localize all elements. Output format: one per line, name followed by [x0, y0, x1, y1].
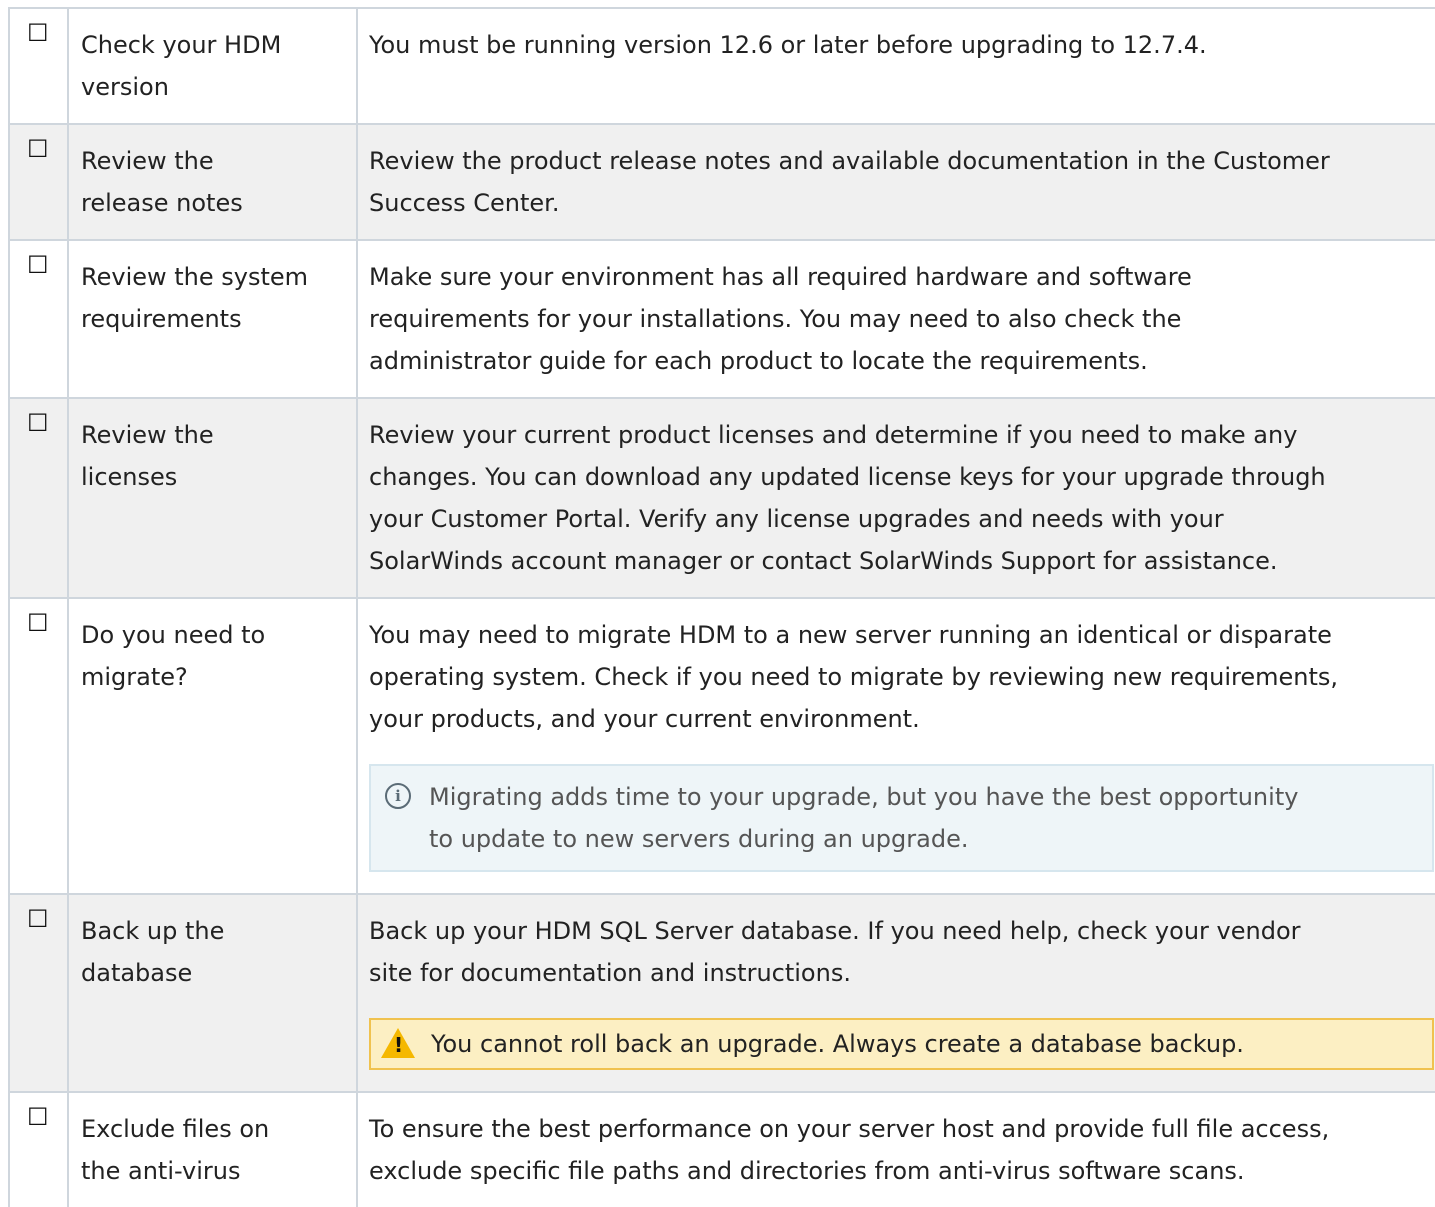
step-label-line: licenses	[81, 463, 178, 491]
step-description: You may need to migrate HDM to a new ser…	[357, 597, 1435, 895]
description-line: your Customer Portal. Verify any license…	[369, 505, 1224, 533]
description-line: your products, and your current environm…	[369, 705, 920, 733]
checkbox-icon[interactable]: ☐	[27, 137, 49, 161]
step-label-line: requirements	[81, 305, 242, 333]
description-line: Review the product release notes and ava…	[369, 147, 1330, 175]
step-description: You must be running version 12.6 or late…	[357, 7, 1435, 125]
step-description: Review your current product licenses and…	[357, 397, 1435, 599]
step-label: Back up the database	[68, 893, 358, 1093]
checklist-row-migrate: ☐ Do you need to migrate? You may need t…	[8, 597, 1435, 895]
step-description: Review the product release notes and ava…	[357, 123, 1435, 241]
warning-exclamation-icon: !	[394, 1033, 404, 1057]
step-description: Back up your HDM SQL Server database. If…	[357, 893, 1435, 1093]
step-label: Review the system requirements	[68, 239, 358, 399]
step-label-line: Do you need to	[81, 621, 266, 649]
step-label-line: Review the system	[81, 263, 309, 291]
step-label: Do you need to migrate?	[68, 597, 358, 895]
description-line: You must be running version 12.6 or late…	[369, 31, 1207, 59]
description-line: operating system. Check if you need to m…	[369, 663, 1338, 691]
step-label-line: migrate?	[81, 663, 188, 691]
step-label: Exclude files on the anti-virus	[68, 1091, 358, 1207]
checkbox-cell[interactable]: ☐	[8, 7, 69, 125]
step-label: Check your HDM version	[68, 7, 358, 125]
description-line: You may need to migrate HDM to a new ser…	[369, 621, 1332, 649]
checkbox-icon[interactable]: ☐	[27, 253, 49, 277]
checkbox-icon[interactable]: ☐	[27, 1105, 49, 1129]
note-line: Migrating adds time to your upgrade, but…	[429, 783, 1299, 811]
checkbox-cell[interactable]: ☐	[8, 1091, 69, 1207]
upgrade-checklist-table: ☐ Check your HDM version You must be run…	[8, 7, 1435, 1207]
checkbox-cell[interactable]: ☐	[8, 123, 69, 241]
step-label-line: Review the	[81, 147, 214, 175]
step-label-line: version	[81, 73, 169, 101]
step-label-line: Exclude files on	[81, 1115, 270, 1143]
step-description: To ensure the best performance on your s…	[357, 1091, 1435, 1207]
description-line: Make sure your environment has all requi…	[369, 263, 1192, 291]
checkbox-cell[interactable]: ☐	[8, 893, 69, 1093]
description-line: Back up your HDM SQL Server database. If…	[369, 917, 1301, 945]
checklist-row-hdm-version: ☐ Check your HDM version You must be run…	[8, 7, 1435, 125]
description-line: Review your current product licenses and…	[369, 421, 1298, 449]
description-line: site for documentation and instructions.	[369, 959, 851, 987]
description-line: To ensure the best performance on your s…	[369, 1115, 1330, 1143]
info-note: i Migrating adds time to your upgrade, b…	[369, 764, 1434, 872]
description-line: SolarWinds account manager or contact So…	[369, 547, 1278, 575]
step-label-line: Review the	[81, 421, 214, 449]
checkbox-icon[interactable]: ☐	[27, 907, 49, 931]
description-line: Success Center.	[369, 189, 560, 217]
checkbox-cell[interactable]: ☐	[8, 397, 69, 599]
checkbox-cell[interactable]: ☐	[8, 239, 69, 399]
step-label: Review the licenses	[68, 397, 358, 599]
checklist-row-exclude-antivirus: ☐ Exclude files on the anti-virus To ens…	[8, 1091, 1435, 1207]
checklist-row-system-requirements: ☐ Review the system requirements Make su…	[8, 239, 1435, 399]
step-label: Review the release notes	[68, 123, 358, 241]
checkbox-icon[interactable]: ☐	[27, 21, 49, 45]
checklist-row-release-notes: ☐ Review the release notes Review the pr…	[8, 123, 1435, 241]
warning-note: ! You cannot roll back an upgrade. Alway…	[369, 1018, 1434, 1070]
checkbox-icon[interactable]: ☐	[27, 411, 49, 435]
info-icon: i	[385, 783, 411, 809]
step-label-line: the anti-virus	[81, 1157, 241, 1185]
step-label-line: release notes	[81, 189, 243, 217]
step-description: Make sure your environment has all requi…	[357, 239, 1435, 399]
checklist-row-backup-database: ☐ Back up the database Back up your HDM …	[8, 893, 1435, 1093]
step-label-line: Back up the	[81, 917, 225, 945]
checklist-row-licenses: ☐ Review the licenses Review your curren…	[8, 397, 1435, 599]
description-line: administrator guide for each product to …	[369, 347, 1148, 375]
description-line: exclude specific file paths and director…	[369, 1157, 1245, 1185]
checkbox-icon[interactable]: ☐	[27, 611, 49, 635]
description-line: requirements for your installations. You…	[369, 305, 1182, 333]
step-label-line: Check your HDM	[81, 31, 282, 59]
checkbox-cell[interactable]: ☐	[8, 597, 69, 895]
step-label-line: database	[81, 959, 193, 987]
description-line: changes. You can download any updated li…	[369, 463, 1326, 491]
note-line: to update to new servers during an upgra…	[429, 825, 969, 853]
warning-text: You cannot roll back an upgrade. Always …	[431, 1030, 1244, 1058]
